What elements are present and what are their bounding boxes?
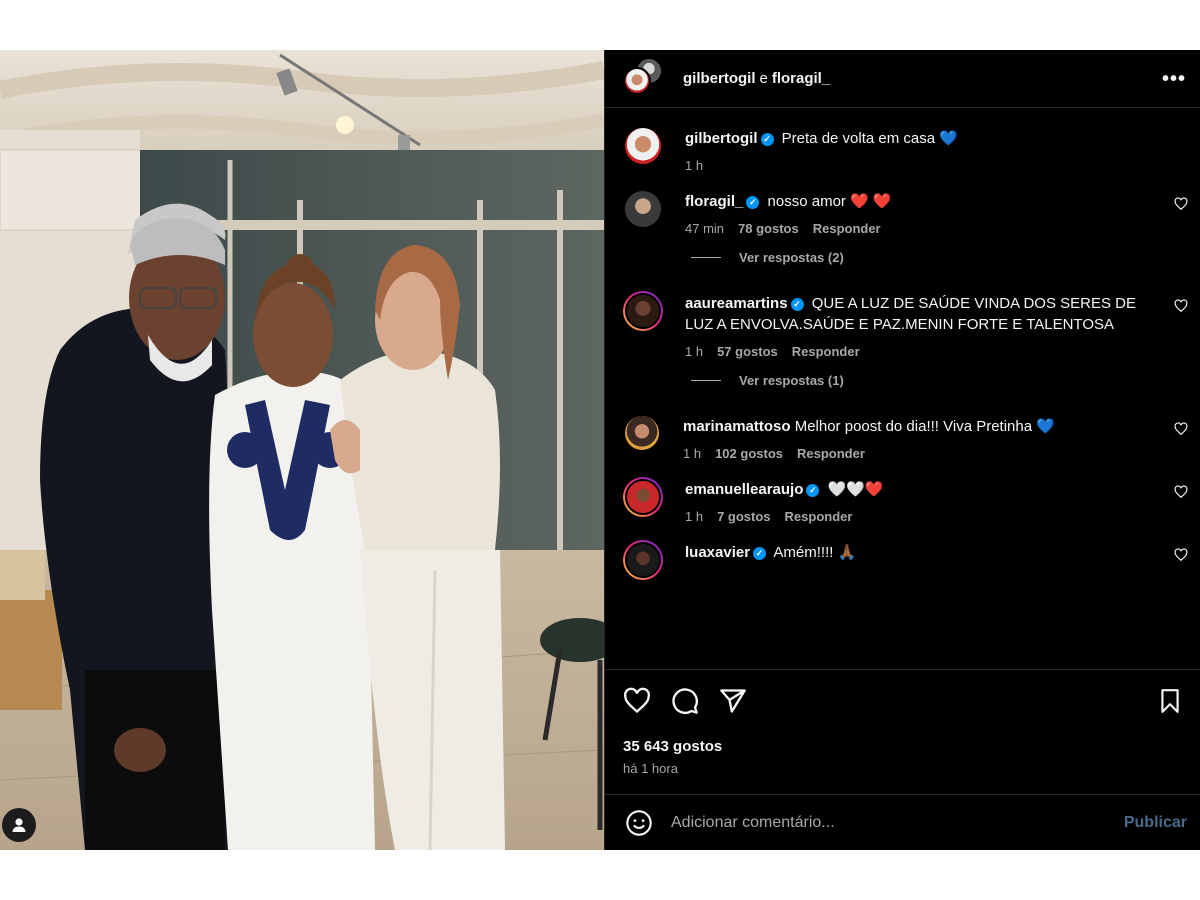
comment-composer: Publicar — [605, 794, 1200, 850]
comment-item: aaureamartins ✓ QUE A LUZ DE SAÚDE VINDA … — [605, 291, 1200, 359]
verified-badge-icon: ✓ — [753, 547, 767, 560]
comment-time: 1 h — [685, 509, 704, 524]
collab-avatars[interactable] — [623, 56, 667, 101]
comment-text: nosso amor — [767, 193, 846, 210]
post-photo[interactable] — [0, 50, 604, 850]
comment-like-icon[interactable] — [1174, 299, 1188, 313]
heart-icon[interactable] — [623, 687, 651, 715]
comment-likes[interactable]: 78 gostos — [738, 221, 799, 236]
verified-badge-icon: ✓ — [790, 298, 804, 311]
view-replies-label: Ver respostas (1) — [739, 373, 844, 388]
caption-username[interactable]: gilbertogil — [685, 130, 758, 147]
emoji-icon[interactable] — [625, 809, 653, 837]
comment-username[interactable]: aaureamartins — [685, 295, 788, 312]
publish-button[interactable]: Publicar — [1124, 814, 1187, 832]
comment-likes[interactable]: 57 gostos — [717, 344, 778, 359]
comment-username[interactable]: luaxavier — [685, 544, 750, 561]
post-likes-count[interactable]: 35 643 gostos — [623, 738, 1183, 755]
post-authors: gilbertogil e floragil_ — [683, 70, 830, 87]
comment-like-icon[interactable] — [1174, 485, 1188, 499]
user-tag-icon[interactable] — [2, 808, 36, 842]
comment-likes[interactable]: 102 gostos — [715, 446, 783, 461]
comment-item: emanuellearaujo ✓ 🤍🤍❤️ 1 h 7 gostos Respo… — [605, 477, 1200, 524]
avatar-story-ring[interactable] — [623, 540, 663, 580]
avatar[interactable] — [623, 126, 663, 166]
view-replies-button[interactable]: Ver respostas (2) — [605, 250, 1200, 265]
comment-item: marinamattoso Melhor poost do dia!!! Viv… — [605, 414, 1200, 461]
coauthor-username[interactable]: floragil_ — [772, 70, 830, 87]
comment-like-icon[interactable] — [1174, 197, 1188, 211]
verified-badge-icon: ✓ — [806, 484, 820, 497]
post-image — [0, 50, 604, 850]
avatar-story-ring[interactable] — [623, 291, 663, 331]
comment-likes[interactable]: 7 gostos — [717, 509, 770, 524]
comment-time: 47 min — [685, 221, 725, 236]
comment-like-icon[interactable] — [1174, 422, 1188, 436]
comment-username[interactable]: emanuellearaujo — [685, 481, 803, 498]
comment-input[interactable] — [671, 813, 1124, 832]
caption-time: 1 h — [685, 158, 704, 173]
post-timestamp: há 1 hora — [623, 761, 678, 776]
more-options-button[interactable]: ••• — [1162, 68, 1186, 91]
author-joiner: e — [759, 70, 768, 87]
comment-emoji: 🙏🏾 — [837, 544, 857, 561]
comment-like-icon[interactable] — [1174, 548, 1188, 562]
comment-time: 1 h — [683, 446, 702, 461]
comment-item: luaxavier ✓ Amém!!!! 🙏🏾 — [605, 540, 1200, 580]
author-username[interactable]: gilbertogil — [683, 70, 756, 87]
reply-button[interactable]: Responder — [785, 509, 853, 524]
avatar-story-ring[interactable] — [623, 477, 663, 517]
comment-time: 1 h — [685, 344, 704, 359]
caption: gilbertogil ✓ Preta de volta em casa 💙 1 … — [605, 126, 1200, 173]
comment-emoji: ❤️ ❤️ — [850, 193, 892, 210]
comment-emoji: 💙 — [1036, 418, 1055, 435]
reply-button[interactable]: Responder — [797, 446, 865, 461]
comment-emoji: 🤍🤍❤️ — [827, 481, 884, 498]
view-replies-label: Ver respostas (2) — [739, 250, 844, 265]
verified-badge-icon: ✓ — [760, 133, 774, 146]
caption-emoji: 💙 — [939, 130, 958, 147]
post-header: gilbertogil e floragil_ ••• — [605, 50, 1200, 108]
post-panel: gilbertogil e floragil_ ••• gilbertogil ✓ P… — [604, 50, 1200, 850]
bookmark-icon[interactable] — [1157, 688, 1183, 714]
verified-badge-icon: ✓ — [746, 196, 760, 209]
reply-button[interactable]: Responder — [813, 221, 881, 236]
comment-text: Amém!!!! — [773, 544, 834, 561]
avatar[interactable] — [623, 414, 661, 452]
comment-username[interactable]: floragil_ — [685, 193, 743, 210]
comment-icon[interactable] — [671, 687, 699, 715]
comment-text: Melhor poost do dia!!! Viva Pretinha — [794, 418, 1033, 435]
comment-username[interactable]: marinamattoso — [683, 418, 791, 435]
view-replies-button[interactable]: Ver respostas (1) — [605, 373, 1200, 388]
share-icon[interactable] — [719, 687, 747, 715]
comments-list[interactable]: gilbertogil ✓ Preta de volta em casa 💙 1 … — [605, 108, 1200, 668]
comment-item: floragil_ ✓ nosso amor ❤️ ❤️ 47 min 78 go… — [605, 189, 1200, 236]
avatar[interactable] — [623, 189, 663, 229]
reply-button[interactable]: Responder — [792, 344, 860, 359]
post-actions: 35 643 gostos há 1 hora — [605, 669, 1200, 795]
caption-text: Preta de volta em casa — [781, 130, 936, 147]
